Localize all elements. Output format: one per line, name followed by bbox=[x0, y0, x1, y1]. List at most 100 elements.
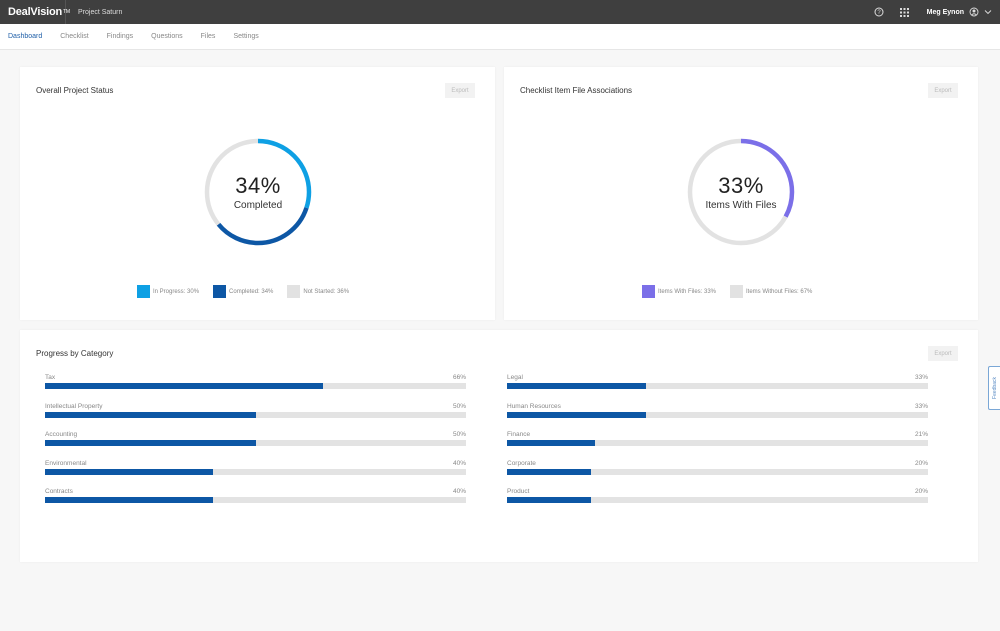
progress-bar-track bbox=[45, 440, 466, 446]
progress-bar-fill bbox=[507, 440, 596, 446]
file-associations-legend: Items With Files: 33% Items Without File… bbox=[642, 285, 826, 298]
tab-questions[interactable]: Questions bbox=[151, 33, 183, 40]
card-title: Checklist Item File Associations bbox=[520, 86, 633, 95]
legend-label: Items Without Files: 67% bbox=[746, 288, 813, 295]
category-label: Accounting bbox=[45, 431, 78, 438]
legend-completed[interactable]: Completed: 34% bbox=[213, 285, 273, 298]
donut-label: Completed bbox=[233, 199, 283, 211]
category-percent: 21% bbox=[914, 431, 928, 438]
category-row: Contracts 40% bbox=[45, 488, 466, 517]
progress-bar-fill bbox=[45, 411, 256, 418]
progress-bar-fill bbox=[45, 383, 323, 389]
user-avatar-icon[interactable] bbox=[968, 6, 980, 18]
main-nav: Dashboard Checklist Findings Questions F… bbox=[0, 24, 1000, 50]
progress-bar-fill bbox=[45, 497, 214, 503]
tab-findings[interactable]: Findings bbox=[107, 33, 133, 40]
category-percent: 20% bbox=[914, 459, 928, 467]
legend-label: Not Started: 36% bbox=[303, 288, 350, 295]
progress-bar-track bbox=[507, 497, 928, 503]
brand-name: DealVision bbox=[8, 6, 63, 18]
legend-in-progress[interactable]: In Progress: 30% bbox=[137, 285, 199, 298]
category-label: Product bbox=[507, 488, 530, 495]
category-row: Accounting 50% bbox=[45, 431, 466, 460]
category-percent: 20% bbox=[914, 488, 928, 495]
category-row: Human Resources 33% bbox=[507, 403, 928, 432]
donut-value: 34% bbox=[235, 172, 281, 198]
progress-by-category-card: Progress by Category Export Tax 66% Intell… bbox=[20, 330, 978, 562]
category-label: Finance bbox=[507, 431, 531, 438]
legend-label: Completed: 34% bbox=[229, 288, 274, 295]
legend-not-started[interactable]: Not Started: 36% bbox=[287, 285, 349, 298]
user-area: ? Meg Eynon bbox=[873, 0, 994, 24]
feedback-label: Feedback bbox=[991, 377, 998, 399]
help-icon[interactable]: ? bbox=[873, 6, 885, 18]
overall-status-card: Overall Project Status Export 34% Comple… bbox=[20, 67, 495, 320]
brand-logo[interactable]: DealVision TM bbox=[0, 0, 70, 24]
progress-bar-track bbox=[507, 383, 928, 389]
legend-items-with-files[interactable]: Items With Files: 33% bbox=[642, 285, 716, 298]
chevron-down-icon[interactable] bbox=[982, 6, 994, 18]
feedback-tab[interactable]: Feedback bbox=[988, 366, 1000, 410]
legend-swatch bbox=[287, 285, 301, 298]
category-label: Environmental bbox=[45, 459, 87, 467]
progress-bar-fill bbox=[507, 411, 646, 418]
legend-label: Items With Files: 33% bbox=[658, 288, 717, 295]
card-title: Overall Project Status bbox=[36, 86, 114, 95]
category-label: Contracts bbox=[45, 488, 73, 495]
progress-bar-track bbox=[507, 468, 928, 475]
progress-bar-fill bbox=[45, 468, 214, 475]
legend-swatch bbox=[213, 285, 227, 298]
category-bars-right: Legal 33% Human Resources 33% Finance 21% Corp… bbox=[507, 374, 928, 517]
tab-dashboard[interactable]: Dashboard bbox=[8, 33, 42, 40]
progress-bar-track bbox=[45, 383, 466, 389]
category-label: Tax bbox=[45, 374, 56, 381]
progress-bar-fill bbox=[507, 468, 592, 475]
donut-label: Items With Files bbox=[705, 199, 777, 211]
category-label: Intellectual Property bbox=[45, 402, 103, 410]
category-percent: 33% bbox=[914, 374, 928, 381]
legend-swatch bbox=[730, 285, 744, 298]
tab-files[interactable]: Files bbox=[201, 33, 216, 40]
apps-grid-icon[interactable] bbox=[899, 6, 911, 18]
overall-status-donut: 34% Completed bbox=[203, 137, 313, 247]
donut-value: 33% bbox=[718, 172, 764, 198]
export-button[interactable]: Export bbox=[928, 83, 958, 98]
export-button[interactable]: Export bbox=[445, 83, 475, 98]
category-percent: 40% bbox=[452, 459, 466, 467]
progress-bar-fill bbox=[507, 383, 646, 389]
progress-bar-track bbox=[45, 411, 466, 418]
category-percent: 50% bbox=[452, 431, 466, 438]
progress-bar-track bbox=[45, 468, 466, 475]
category-label: Corporate bbox=[507, 459, 536, 467]
category-bars-left: Tax 66% Intellectual Property 50% Accounting… bbox=[45, 374, 466, 517]
category-label: Legal bbox=[507, 374, 523, 381]
category-row: Finance 21% bbox=[507, 431, 928, 460]
category-percent: 66% bbox=[452, 374, 466, 381]
category-row: Corporate 20% bbox=[507, 460, 928, 489]
category-percent: 40% bbox=[452, 488, 466, 495]
progress-bar-track bbox=[507, 411, 928, 418]
progress-bar-track bbox=[45, 497, 466, 503]
category-row: Legal 33% bbox=[507, 374, 928, 403]
tab-settings[interactable]: Settings bbox=[233, 33, 258, 40]
category-row: Product 20% bbox=[507, 488, 928, 517]
legend-swatch bbox=[137, 285, 150, 298]
legend-items-without-files[interactable]: Items Without Files: 67% bbox=[730, 285, 812, 298]
category-row: Tax 66% bbox=[45, 374, 466, 403]
progress-bar-track bbox=[507, 440, 928, 446]
category-row: Environmental 40% bbox=[45, 460, 466, 489]
category-percent: 50% bbox=[452, 402, 466, 410]
legend-label: In Progress: 30% bbox=[153, 288, 200, 295]
file-associations-card: Checklist Item File Associations Export … bbox=[504, 67, 978, 320]
category-percent: 33% bbox=[914, 402, 928, 410]
file-associations-donut: 33% Items With Files bbox=[686, 137, 796, 247]
top-bar: DealVision TM Project Saturn ? Meg Eynon bbox=[0, 0, 1000, 24]
progress-bar-fill bbox=[507, 497, 592, 503]
project-name[interactable]: Project Saturn bbox=[66, 9, 122, 16]
export-button[interactable]: Export bbox=[928, 346, 958, 361]
overall-status-legend: In Progress: 30% Completed: 34% Not Star… bbox=[137, 285, 363, 298]
progress-bar-fill bbox=[45, 440, 256, 446]
tab-checklist[interactable]: Checklist bbox=[60, 33, 88, 40]
category-label: Human Resources bbox=[507, 402, 561, 410]
user-name[interactable]: Meg Eynon bbox=[927, 9, 964, 16]
